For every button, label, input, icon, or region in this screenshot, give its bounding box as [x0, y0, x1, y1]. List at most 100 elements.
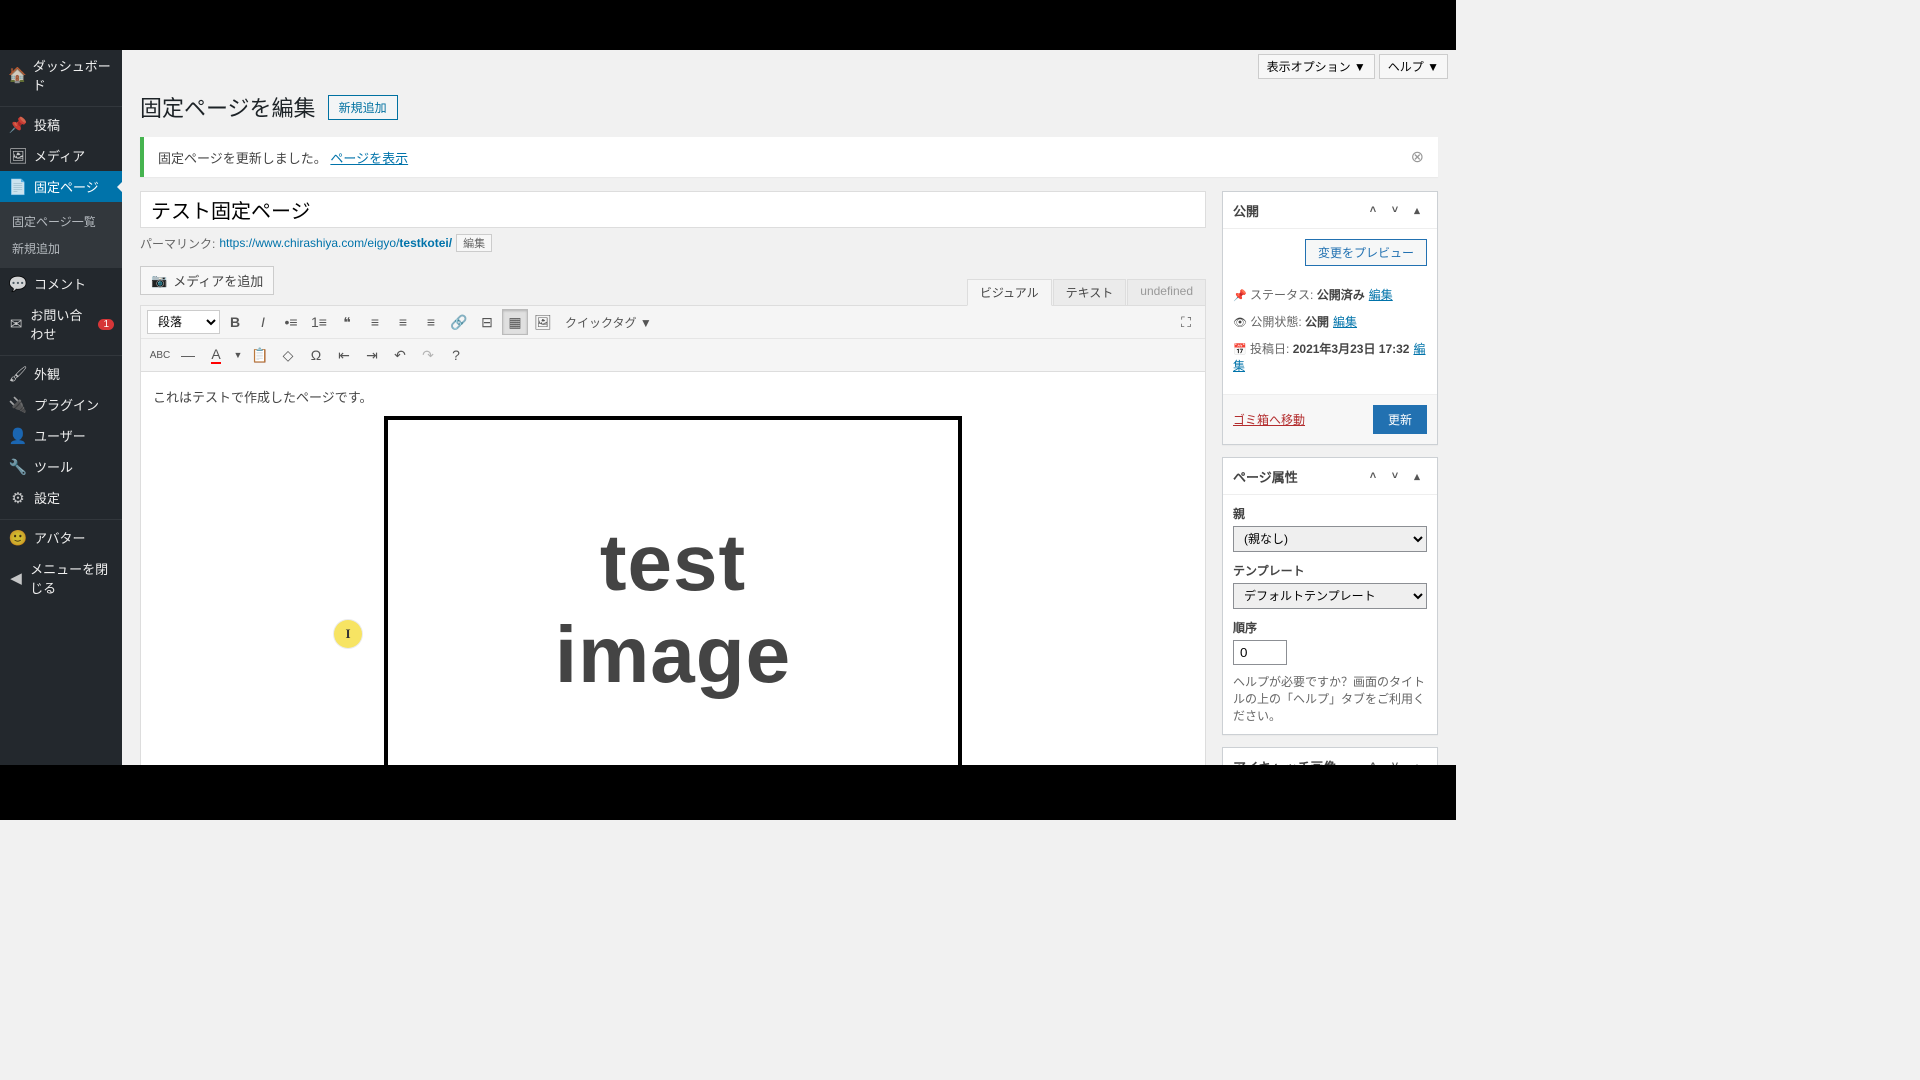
sidebar-item-avatar[interactable]: 🙂アバター — [0, 522, 122, 553]
permalink-url[interactable]: https://www.chirashiya.com/eigyo/testkot… — [219, 236, 452, 250]
permalink-label: パーマリンク: — [140, 235, 215, 252]
caret-up-icon[interactable]: ▴ — [1407, 466, 1427, 486]
readmore-button[interactable]: ⊟ — [474, 309, 500, 335]
format-select[interactable]: 段落 — [147, 310, 220, 334]
sidebar-item-contact[interactable]: ✉お問い合わせ1 — [0, 299, 122, 349]
sidebar-item-comments[interactable]: 💬コメント — [0, 268, 122, 299]
media-icon: 🖼 — [8, 147, 28, 165]
strike-button[interactable]: ABC — [147, 342, 173, 368]
toolbar-toggle-button[interactable]: ▦ — [502, 309, 528, 335]
page-icon: 📄 — [8, 178, 28, 196]
sidebar-item-label: プラグイン — [34, 395, 99, 414]
visibility-edit-link[interactable]: 編集 — [1333, 315, 1357, 329]
sidebar-item-collapse[interactable]: ◀メニューを閉じる — [0, 553, 122, 603]
help-button[interactable]: ヘルプ ▼ — [1379, 54, 1448, 79]
bold-button[interactable]: B — [222, 309, 248, 335]
chevron-down-icon[interactable]: ˅ — [1385, 466, 1405, 486]
content-image[interactable]: test image — [384, 416, 962, 765]
calendar-icon — [1233, 342, 1247, 356]
permalink-edit-button[interactable]: 編集 — [456, 234, 492, 252]
align-center-button[interactable]: ≡ — [390, 309, 416, 335]
fullscreen-button[interactable]: ⛶ — [1173, 309, 1199, 335]
outdent-button[interactable]: ⇤ — [331, 342, 357, 368]
editor-toolbar: 段落 B I •≡ 1≡ ❝ ≡ ≡ ≡ 🔗 ⊟ ▦ 🖼 クイックタグ ▼ — [140, 305, 1206, 372]
screen-options-button[interactable]: 表示オプション ▼ — [1258, 54, 1375, 79]
admin-sidebar: 🏠ダッシュボード 📌投稿 🖼メディア 📄固定ページ 固定ページ一覧 新規追加 💬… — [0, 50, 122, 765]
caret-up-icon[interactable]: ▴ — [1407, 200, 1427, 220]
wrench-icon: 🔧 — [8, 458, 28, 476]
move-to-trash-link[interactable]: ゴミ箱へ移動 — [1233, 411, 1305, 428]
chevron-down-icon[interactable]: ˅ — [1385, 756, 1405, 765]
status-label: ステータス: — [1250, 288, 1313, 302]
dismiss-icon[interactable]: ⊗ — [1411, 147, 1424, 167]
status-edit-link[interactable]: 編集 — [1369, 288, 1393, 302]
sidebar-item-settings[interactable]: ⚙設定 — [0, 482, 122, 513]
sidebar-sub-page-add[interactable]: 新規追加 — [0, 235, 122, 262]
view-page-link[interactable]: ページを表示 — [330, 151, 408, 166]
align-left-button[interactable]: ≡ — [362, 309, 388, 335]
attributes-help: ヘルプが必要ですか？画面のタイトルの上の「ヘルプ」タブをご利用ください。 — [1233, 673, 1427, 724]
mail-icon: ✉ — [8, 315, 24, 333]
italic-button[interactable]: I — [250, 309, 276, 335]
sidebar-item-label: 投稿 — [34, 115, 60, 134]
sidebar-item-label: 設定 — [34, 488, 60, 507]
paste-button[interactable]: 📋 — [247, 342, 273, 368]
tab-undefined[interactable]: undefined — [1127, 279, 1206, 306]
sidebar-item-label: 外観 — [34, 364, 60, 383]
sidebar-item-plugins[interactable]: 🔌プラグイン — [0, 389, 122, 420]
textcolor-button[interactable]: A — [203, 342, 229, 368]
chevron-down-icon[interactable]: ˅ — [1385, 200, 1405, 220]
parent-select[interactable]: (親なし) — [1233, 526, 1427, 552]
add-media-label: メディアを追加 — [173, 271, 263, 290]
link-button[interactable]: 🔗 — [446, 309, 472, 335]
indent-button[interactable]: ⇥ — [359, 342, 385, 368]
sidebar-item-tools[interactable]: 🔧 ツール — [0, 451, 122, 482]
template-select[interactable]: デフォルトテンプレート — [1233, 583, 1427, 609]
align-right-button[interactable]: ≡ — [418, 309, 444, 335]
brush-icon: 🖌 — [8, 365, 28, 383]
update-notice: 固定ページを更新しました。 ページを表示 ⊗ — [140, 137, 1438, 177]
blockquote-button[interactable]: ❝ — [334, 309, 360, 335]
editor-body[interactable]: これはテストで作成したページです。 test image I — [140, 372, 1206, 765]
number-list-button[interactable]: 1≡ — [306, 309, 332, 335]
image-text-line1: test — [600, 517, 746, 609]
special-char-button[interactable]: Ω — [303, 342, 329, 368]
chevron-up-icon[interactable]: ˄ — [1363, 200, 1383, 220]
sidebar-item-users[interactable]: 👤ユーザー — [0, 420, 122, 451]
featured-title: アイキャッチ画像 — [1233, 757, 1336, 766]
redo-button[interactable]: ↷ — [415, 342, 441, 368]
clear-format-button[interactable]: ◇ — [275, 342, 301, 368]
add-media-button[interactable]: 📷メディアを追加 — [140, 266, 274, 295]
undo-button[interactable]: ↶ — [387, 342, 413, 368]
hr-button[interactable]: — — [175, 342, 201, 368]
sidebar-item-media[interactable]: 🖼メディア — [0, 140, 122, 171]
chevron-up-icon[interactable]: ˄ — [1363, 466, 1383, 486]
post-title-input[interactable] — [140, 191, 1206, 228]
chevron-up-icon[interactable]: ˄ — [1363, 756, 1383, 765]
tab-visual[interactable]: ビジュアル — [967, 279, 1052, 306]
sidebar-item-label: ユーザー — [34, 426, 86, 445]
sidebar-item-appearance[interactable]: 🖌 外観 — [0, 358, 122, 389]
update-button[interactable]: 更新 — [1373, 405, 1427, 434]
sidebar-item-label: お問い合わせ — [30, 305, 94, 343]
order-input[interactable] — [1233, 640, 1287, 665]
add-new-button[interactable]: 新規追加 — [328, 95, 398, 120]
image-text-line2: image — [555, 609, 791, 701]
preview-button[interactable]: 変更をプレビュー — [1305, 239, 1427, 266]
bullet-list-button[interactable]: •≡ — [278, 309, 304, 335]
image-button[interactable]: 🖼 — [530, 309, 556, 335]
sidebar-item-pages[interactable]: 📄固定ページ — [0, 171, 122, 202]
tab-text[interactable]: テキスト — [1053, 279, 1127, 306]
quicktag-button[interactable]: クイックタグ ▼ — [558, 309, 659, 335]
visibility-label: 公開状態: — [1250, 315, 1301, 329]
sidebar-item-dashboard[interactable]: 🏠ダッシュボード — [0, 50, 122, 100]
help-editor-button[interactable]: ? — [443, 342, 469, 368]
sidebar-item-posts[interactable]: 📌投稿 — [0, 109, 122, 140]
notice-text: 固定ページを更新しました。 — [158, 151, 327, 166]
sidebar-item-label: ツール — [34, 457, 73, 476]
date-label: 投稿日: — [1250, 342, 1289, 356]
textcolor-arrow[interactable]: ▼ — [231, 342, 245, 368]
date-value: 2021年3月23日 17:32 — [1293, 342, 1410, 356]
sidebar-sub-page-list[interactable]: 固定ページ一覧 — [0, 208, 122, 235]
caret-up-icon[interactable]: ▴ — [1407, 756, 1427, 765]
